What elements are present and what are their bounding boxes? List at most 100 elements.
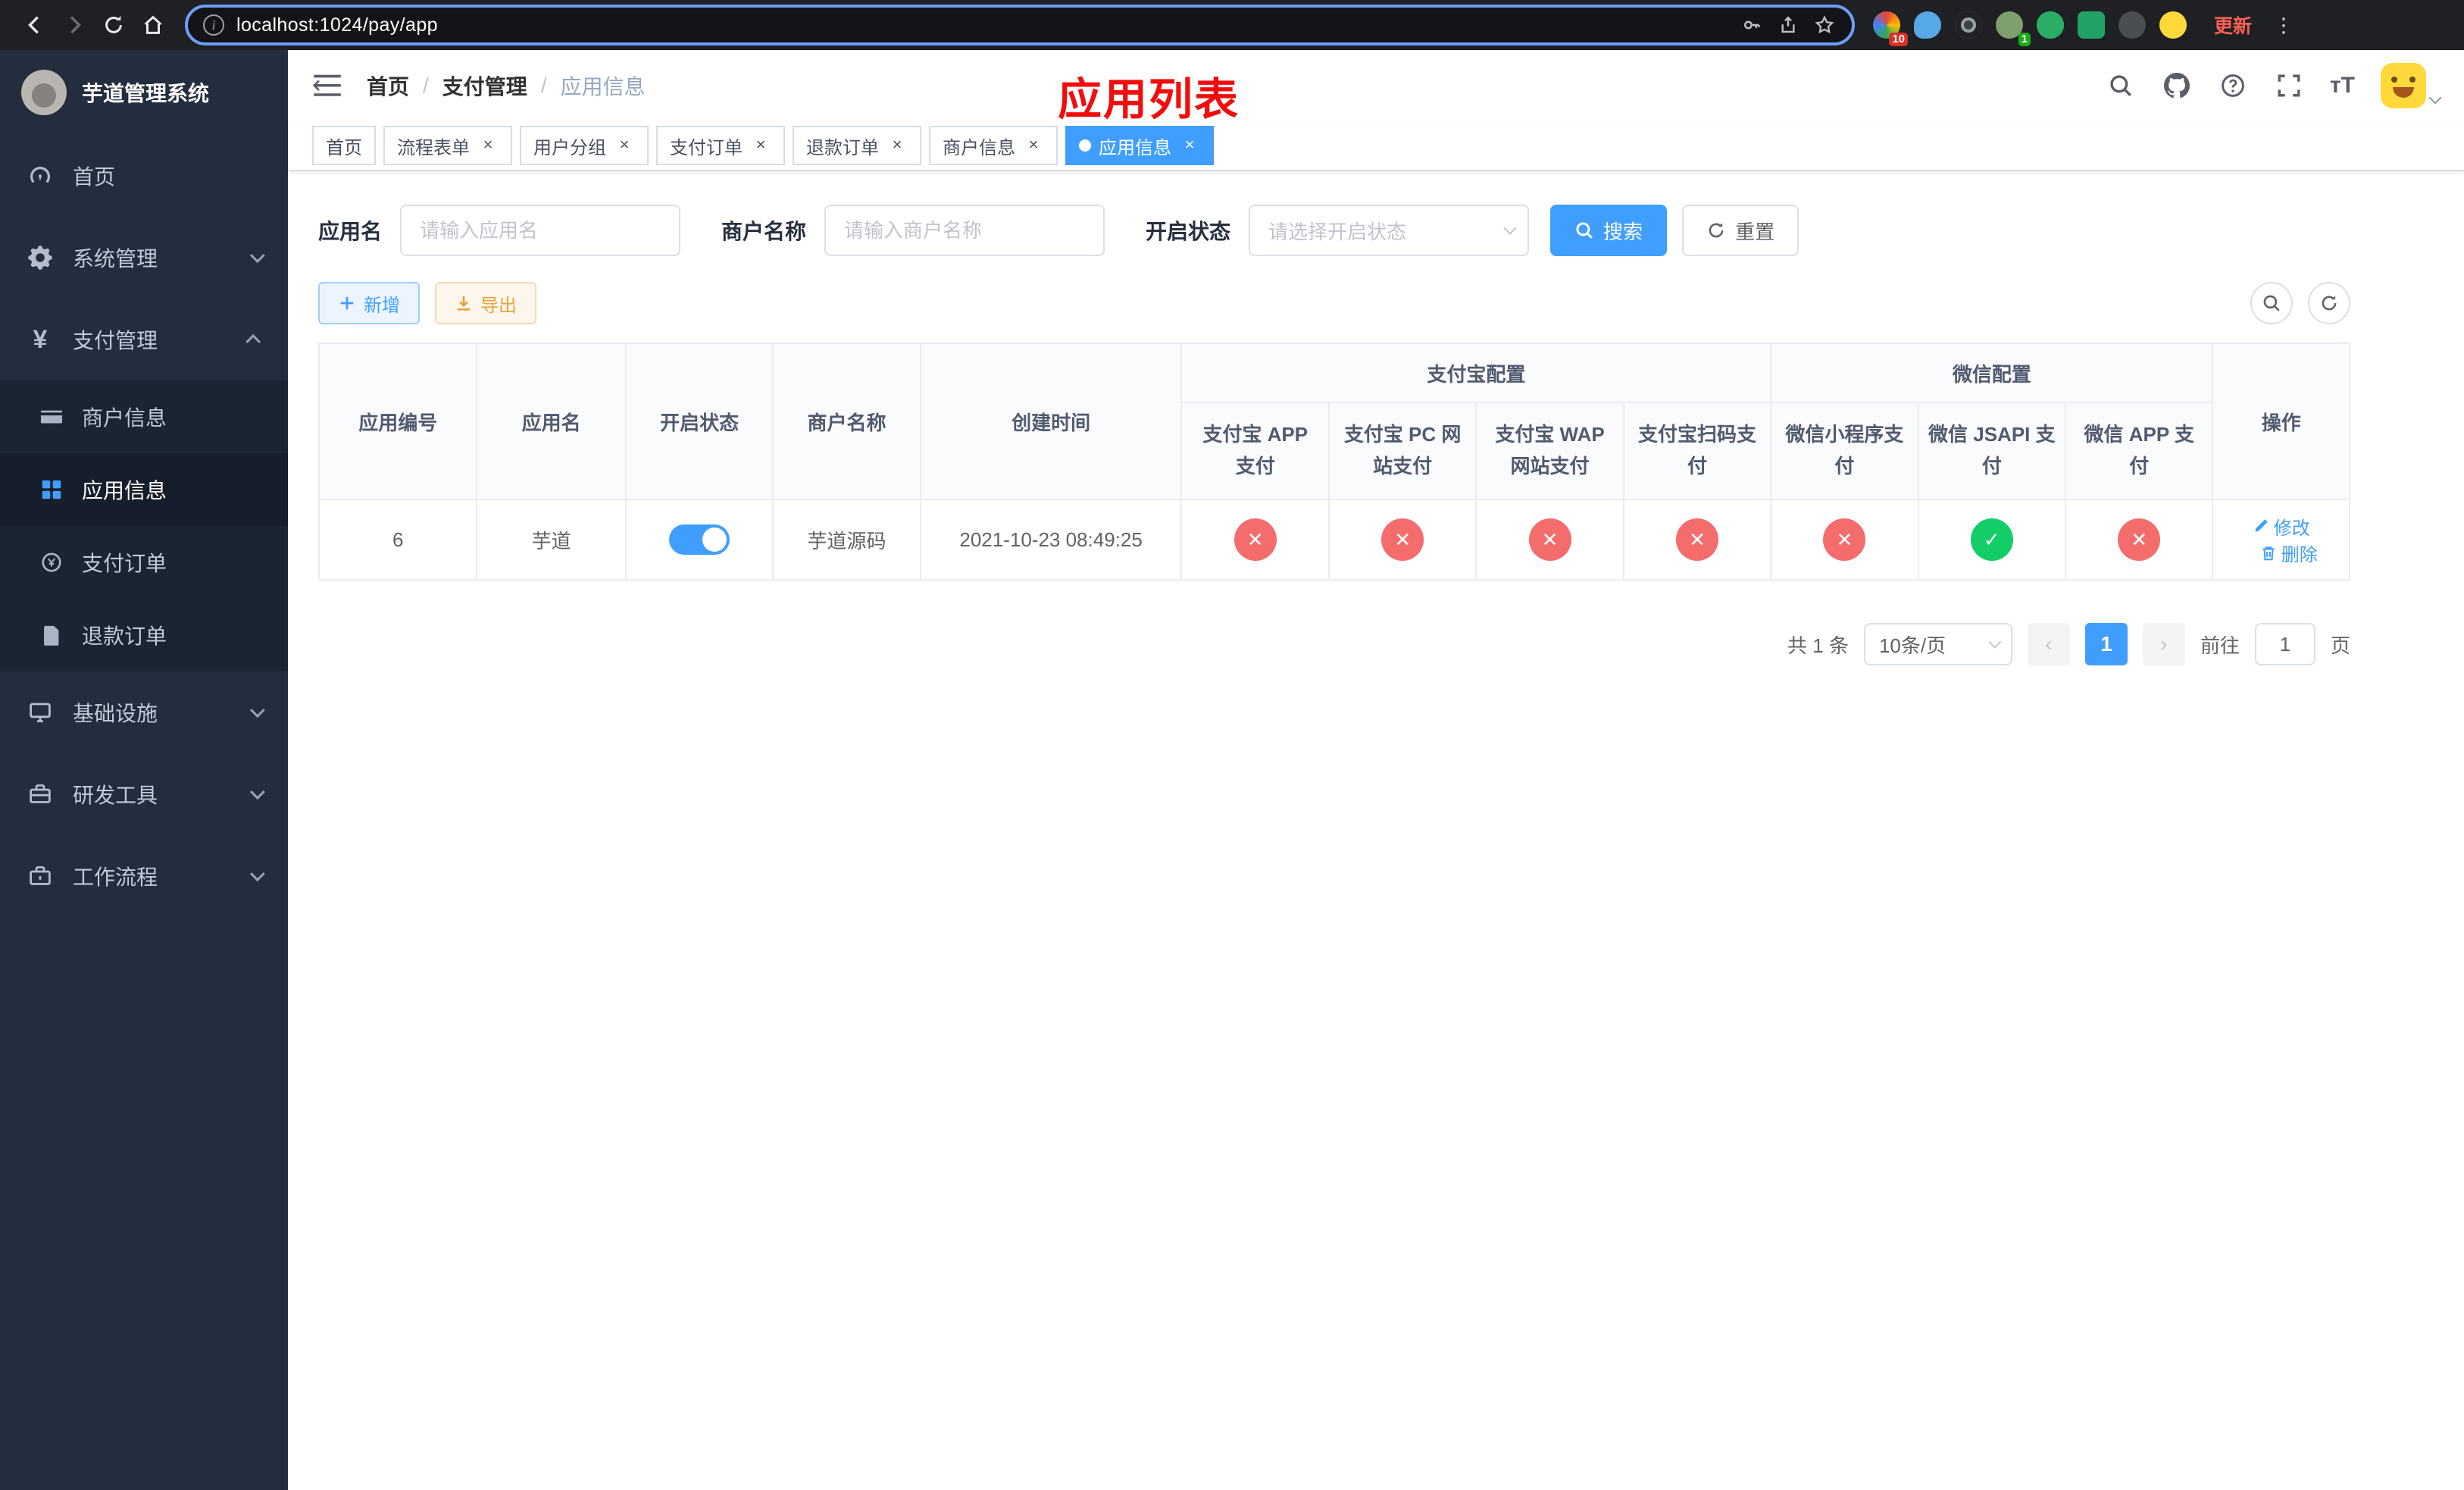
- tab-merchant-info[interactable]: 商户信息 ×: [929, 126, 1058, 165]
- page-size-select[interactable]: 10条/页: [1863, 623, 2012, 665]
- sidebar-collapse-icon[interactable]: [312, 70, 342, 101]
- close-icon[interactable]: ×: [1179, 135, 1200, 156]
- status-select-placeholder: 请选择开启状态: [1268, 220, 1407, 243]
- sidebar-item-system[interactable]: 系统管理: [0, 217, 288, 299]
- tab-user-group[interactable]: 用户分组 ×: [520, 126, 649, 165]
- close-icon[interactable]: ×: [750, 135, 771, 156]
- breadcrumb-home[interactable]: 首页: [367, 70, 409, 101]
- extension-drop-icon[interactable]: [1914, 11, 1941, 39]
- chevron-down-icon: [249, 703, 265, 718]
- tab-pay-orders[interactable]: 支付订单 ×: [656, 126, 785, 165]
- status-select[interactable]: 请选择开启状态: [1249, 205, 1530, 256]
- home-icon[interactable]: [133, 5, 173, 45]
- col-header-created: 创建时间: [919, 343, 1183, 500]
- notes-extension-icon[interactable]: [2078, 11, 2105, 39]
- status-toggle[interactable]: [669, 524, 730, 555]
- sidebar-item-infrastructure[interactable]: 基础设施: [0, 671, 288, 753]
- pagination: 共 1 条 10条/页 ‹ 1 › 前往 页: [318, 623, 2350, 665]
- close-icon[interactable]: ×: [886, 135, 908, 156]
- config-status-icon: ✕: [1381, 518, 1424, 561]
- sidebar-item-label: 退款订单: [82, 624, 167, 648]
- font-size-icon[interactable]: ᴛT: [2330, 73, 2355, 99]
- reset-button[interactable]: 重置: [1682, 205, 1800, 256]
- sidebar-item-dev-tools[interactable]: 研发工具: [0, 753, 288, 835]
- pencil-icon: [2255, 519, 2268, 532]
- chrome-update-button[interactable]: 更新: [2205, 7, 2261, 43]
- extension-dark-icon[interactable]: [1955, 11, 1982, 39]
- tab-label: 用户分组: [533, 137, 606, 158]
- pin-extension-icon[interactable]: [2118, 11, 2146, 39]
- status-label: 开启状态: [1146, 220, 1231, 243]
- extension-badge: 10: [1889, 33, 1908, 46]
- page-title: 应用列表: [1058, 75, 1240, 124]
- cell-merchant: 芋道源码: [772, 499, 921, 581]
- add-button[interactable]: 新增: [318, 282, 420, 324]
- sidebar-item-merchant-info[interactable]: 商户信息: [0, 380, 288, 453]
- config-status-icon: ✕: [2118, 518, 2161, 561]
- tab-app-info[interactable]: 应用信息 ×: [1065, 126, 1214, 165]
- tab-refund-orders[interactable]: 退款订单 ×: [793, 126, 921, 165]
- sidebar: 芋道管理系统 首页 系统管理 ¥ 支付管理 商户信息 应用信息 支付订单 退款订…: [0, 50, 288, 1490]
- browser-menu-icon[interactable]: ⋮: [2273, 14, 2294, 37]
- app-logo[interactable]: 芋道管理系统: [0, 50, 288, 135]
- reload-icon[interactable]: [94, 5, 133, 45]
- profile-avatar-icon[interactable]: 1: [1996, 11, 2031, 46]
- sidebar-item-payment[interactable]: ¥ 支付管理: [0, 299, 288, 380]
- export-button[interactable]: 导出: [435, 282, 536, 324]
- table-row: 6 芋道 芋道源码 2021-10-23 08:49:25 ✕ ✕ ✕ ✕ ✕ …: [317, 499, 2351, 581]
- user-avatar[interactable]: [2381, 63, 2442, 108]
- goto-page-input[interactable]: [2254, 623, 2315, 665]
- page-info-icon[interactable]: i: [203, 14, 224, 36]
- github-icon[interactable]: [2162, 70, 2192, 101]
- app-name-input[interactable]: [400, 205, 681, 256]
- share-icon[interactable]: [1776, 13, 1800, 37]
- close-icon[interactable]: ×: [614, 135, 635, 156]
- cell-alipay-pc: ✕: [1327, 499, 1477, 581]
- prev-page-button[interactable]: ‹: [2027, 623, 2070, 665]
- address-bar[interactable]: i localhost:1024/pay/app: [185, 5, 1855, 45]
- tab-flow-form[interactable]: 流程表单 ×: [383, 126, 512, 165]
- cell-alipay-wap: ✕: [1475, 499, 1624, 581]
- filter-form: 应用名 商户名称 开启状态 请选择开启状态 搜索 重置: [318, 205, 2434, 256]
- close-icon[interactable]: ×: [1023, 135, 1044, 156]
- breadcrumb-payment[interactable]: 支付管理: [442, 70, 527, 101]
- help-icon[interactable]: [2218, 70, 2248, 101]
- edit-link-label: 修改: [2273, 518, 2310, 539]
- tab-label: 首页: [326, 137, 362, 158]
- delete-link[interactable]: 删除: [2260, 540, 2318, 566]
- chevron-down-icon: [249, 248, 265, 264]
- search-button[interactable]: 搜索: [1550, 205, 1668, 256]
- next-page-button[interactable]: ›: [2142, 623, 2185, 665]
- password-key-icon[interactable]: [1740, 13, 1764, 37]
- fullscreen-icon[interactable]: [2274, 70, 2304, 101]
- config-status-icon: ✕: [1528, 518, 1571, 561]
- sidebar-item-home[interactable]: 首页: [0, 135, 288, 217]
- edit-link[interactable]: 修改: [2253, 513, 2310, 540]
- extension-colorwheel-icon[interactable]: 10: [1873, 11, 1908, 46]
- table-toolbar: 新增 导出: [318, 282, 2350, 324]
- close-icon[interactable]: ×: [477, 135, 499, 156]
- page-number-1[interactable]: 1: [2084, 623, 2128, 665]
- credit-card-icon: [39, 405, 64, 429]
- toggle-search-icon[interactable]: [2250, 282, 2293, 324]
- refresh-icon[interactable]: [2308, 282, 2350, 324]
- config-status-icon: ✕: [1675, 518, 1718, 561]
- bookmark-star-icon[interactable]: [1812, 13, 1837, 37]
- col-header-alipay-pc: 支付宝 PC 网站支付: [1327, 402, 1477, 500]
- emoji-extension-icon[interactable]: [2159, 11, 2187, 39]
- chevron-down-icon: [2428, 91, 2442, 105]
- sidebar-item-pay-orders[interactable]: 支付订单: [0, 526, 288, 599]
- sidebar-item-refund-orders[interactable]: 退款订单: [0, 599, 288, 671]
- trash-icon: [2262, 546, 2275, 560]
- dashboard-icon: [27, 163, 53, 189]
- wechat-extension-icon[interactable]: [2037, 11, 2064, 39]
- sidebar-item-app-info[interactable]: 应用信息: [0, 453, 288, 526]
- back-icon[interactable]: [15, 5, 55, 45]
- sidebar-item-workflow[interactable]: 工作流程: [0, 835, 288, 917]
- search-icon[interactable]: [2106, 70, 2136, 101]
- forward-icon[interactable]: [55, 5, 94, 45]
- merchant-name-input[interactable]: [824, 205, 1105, 256]
- tab-home[interactable]: 首页: [312, 126, 376, 165]
- url-text[interactable]: localhost:1024/pay/app: [236, 14, 1728, 36]
- yen-icon: ¥: [33, 325, 48, 354]
